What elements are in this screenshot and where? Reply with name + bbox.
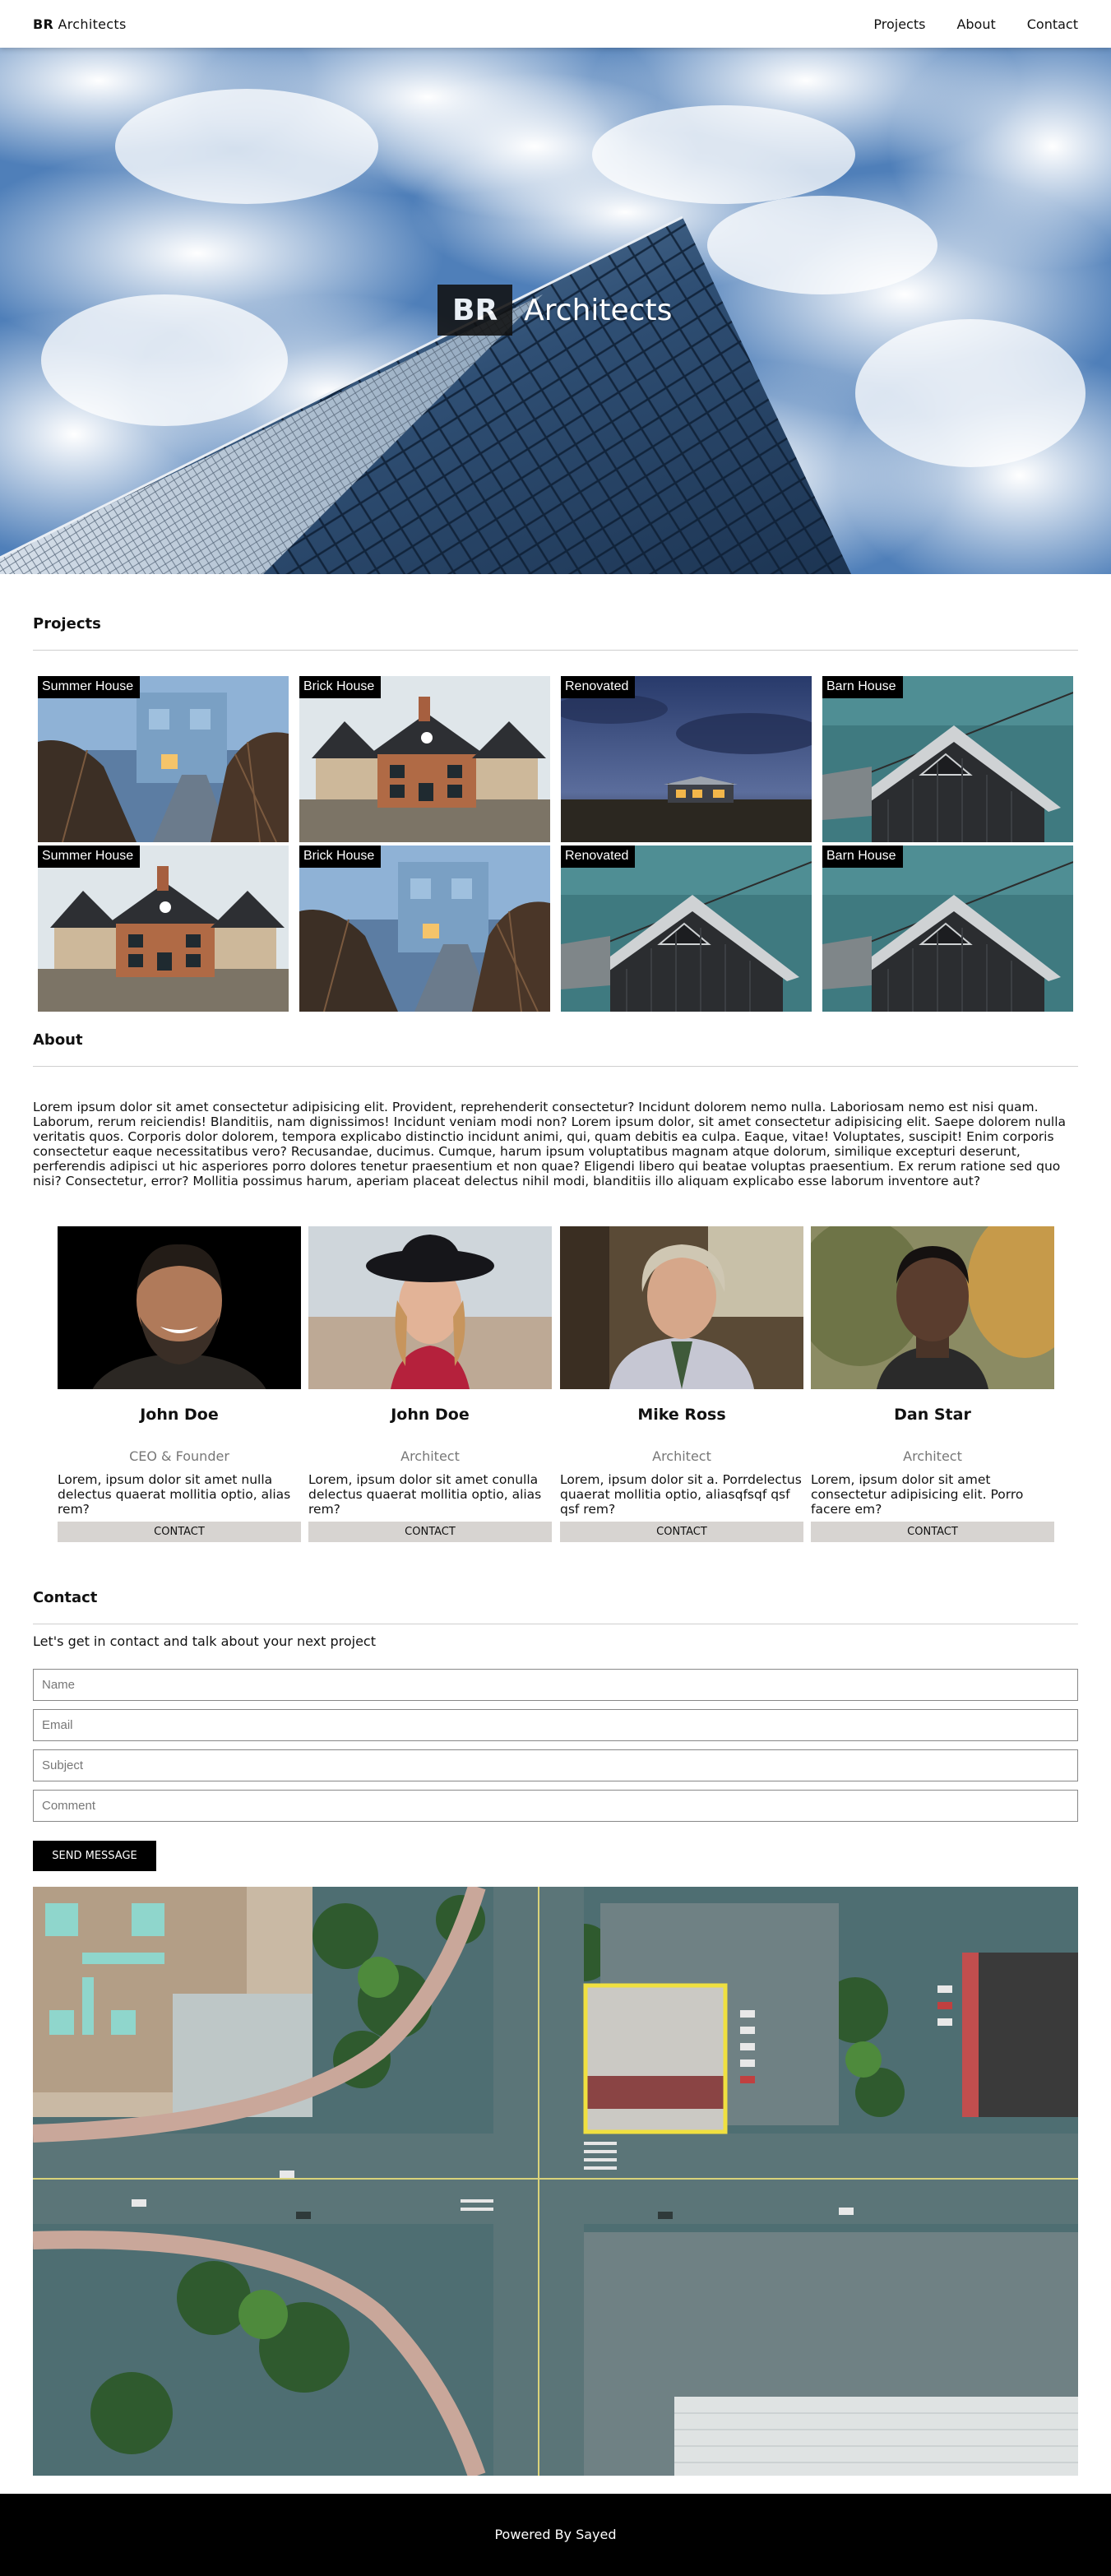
team-bio: Lorem, ipsum dolor sit amet conulla dele… [308, 1472, 542, 1517]
team-card: John Doe CEO & Founder Lorem, ipsum dolor … [58, 1226, 301, 1542]
team-photo [308, 1226, 552, 1389]
project-image [822, 676, 1073, 842]
project-card[interactable]: Brick House [299, 846, 550, 1012]
projects-heading: Projects [33, 615, 101, 632]
footer-text: Powered By Sayed [494, 2527, 617, 2542]
brand-bold: BR [33, 16, 54, 32]
subject-input[interactable] [33, 1749, 1078, 1781]
project-label: Summer House [38, 846, 141, 868]
project-label: Renovated [561, 676, 636, 698]
team-role: Architect [652, 1448, 711, 1464]
team-name: Mike Ross [637, 1406, 726, 1424]
nav-projects-link[interactable]: Projects [873, 16, 925, 32]
team-role: CEO & Founder [129, 1448, 229, 1464]
nav-contact-link[interactable]: Contact [1027, 16, 1078, 32]
project-image [38, 676, 289, 842]
projects-divider [33, 650, 1078, 651]
young-man-portrait [811, 1226, 1054, 1389]
hero-badge: BR [437, 285, 513, 336]
project-image [561, 846, 812, 1012]
contact-heading: Contact [33, 1589, 98, 1606]
top-navbar: BR Architects Projects About Contact [0, 0, 1111, 48]
project-label: Barn House [822, 846, 903, 868]
email-input[interactable] [33, 1709, 1078, 1741]
project-card[interactable]: Summer House [38, 676, 289, 842]
team-contact-button[interactable]: CONTACT [560, 1522, 803, 1542]
hero-title: BR Architects [437, 285, 672, 336]
project-image [822, 846, 1073, 1012]
project-card[interactable]: Barn House [822, 676, 1073, 842]
project-card[interactable]: Summer House [38, 846, 289, 1012]
team-photo [811, 1226, 1054, 1389]
brand-logo[interactable]: BR Architects [33, 16, 127, 32]
hero-heading: Architects [524, 293, 673, 327]
team-name: Dan Star [894, 1406, 971, 1424]
team-contact-button[interactable]: CONTACT [811, 1522, 1054, 1542]
team-card: John Doe Architect Lorem, ipsum dolor sit … [308, 1226, 552, 1542]
team-name: John Doe [140, 1406, 219, 1424]
team-role: Architect [400, 1448, 460, 1464]
team-photo [58, 1226, 301, 1389]
project-image [561, 676, 812, 842]
main-nav: Projects About Contact [873, 16, 1078, 32]
team-bio: Lorem, ipsum dolor sit amet consectetur … [811, 1472, 1024, 1517]
team-contact-button[interactable]: CONTACT [308, 1522, 552, 1542]
team-role: Architect [903, 1448, 962, 1464]
team-bio: Lorem, ipsum dolor sit amet nulla delect… [58, 1472, 291, 1517]
hero-banner: BR Architects [0, 48, 1111, 574]
nav-about-link[interactable]: About [956, 16, 995, 32]
aerial-city-photo [33, 1887, 1078, 2476]
about-divider [33, 1066, 1078, 1067]
project-label: Barn House [822, 676, 903, 698]
older-man-portrait [560, 1226, 803, 1389]
team-card: Dan Star Architect Lorem, ipsum dolor sit … [811, 1226, 1054, 1542]
name-input[interactable] [33, 1669, 1078, 1701]
footer: Powered By Sayed [0, 2494, 1111, 2576]
woman-in-hat-portrait [308, 1226, 552, 1389]
project-label: Brick House [299, 846, 382, 868]
project-card[interactable]: Renovated [561, 676, 812, 842]
project-image [299, 676, 550, 842]
bearded-man-portrait [58, 1226, 301, 1389]
team-photo [560, 1226, 803, 1389]
about-heading: About [33, 1031, 83, 1049]
project-image [299, 846, 550, 1012]
about-paragraph: Lorem ipsum dolor sit amet consectetur a… [33, 1100, 1067, 1188]
brand-text: Architects [53, 16, 127, 32]
project-label: Brick House [299, 676, 382, 698]
aerial-map-image [33, 1887, 1078, 2476]
project-image [38, 846, 289, 1012]
team-contact-button[interactable]: CONTACT [58, 1522, 301, 1542]
team-bio: Lorem, ipsum dolor sit a. Porrdelectus q… [560, 1472, 802, 1517]
project-card[interactable]: Brick House [299, 676, 550, 842]
team-card: Mike Ross Architect Lorem, ipsum dolor sit… [560, 1226, 803, 1542]
project-card[interactable]: Renovated [561, 846, 812, 1012]
project-label: Summer House [38, 676, 141, 698]
team-name: John Doe [391, 1406, 470, 1424]
comment-input[interactable] [33, 1790, 1078, 1822]
contact-subtitle: Let's get in contact and talk about your… [33, 1633, 376, 1649]
project-card[interactable]: Barn House [822, 846, 1073, 1012]
send-message-button[interactable]: SEND MESSAGE [33, 1841, 156, 1871]
project-label: Renovated [561, 846, 636, 868]
